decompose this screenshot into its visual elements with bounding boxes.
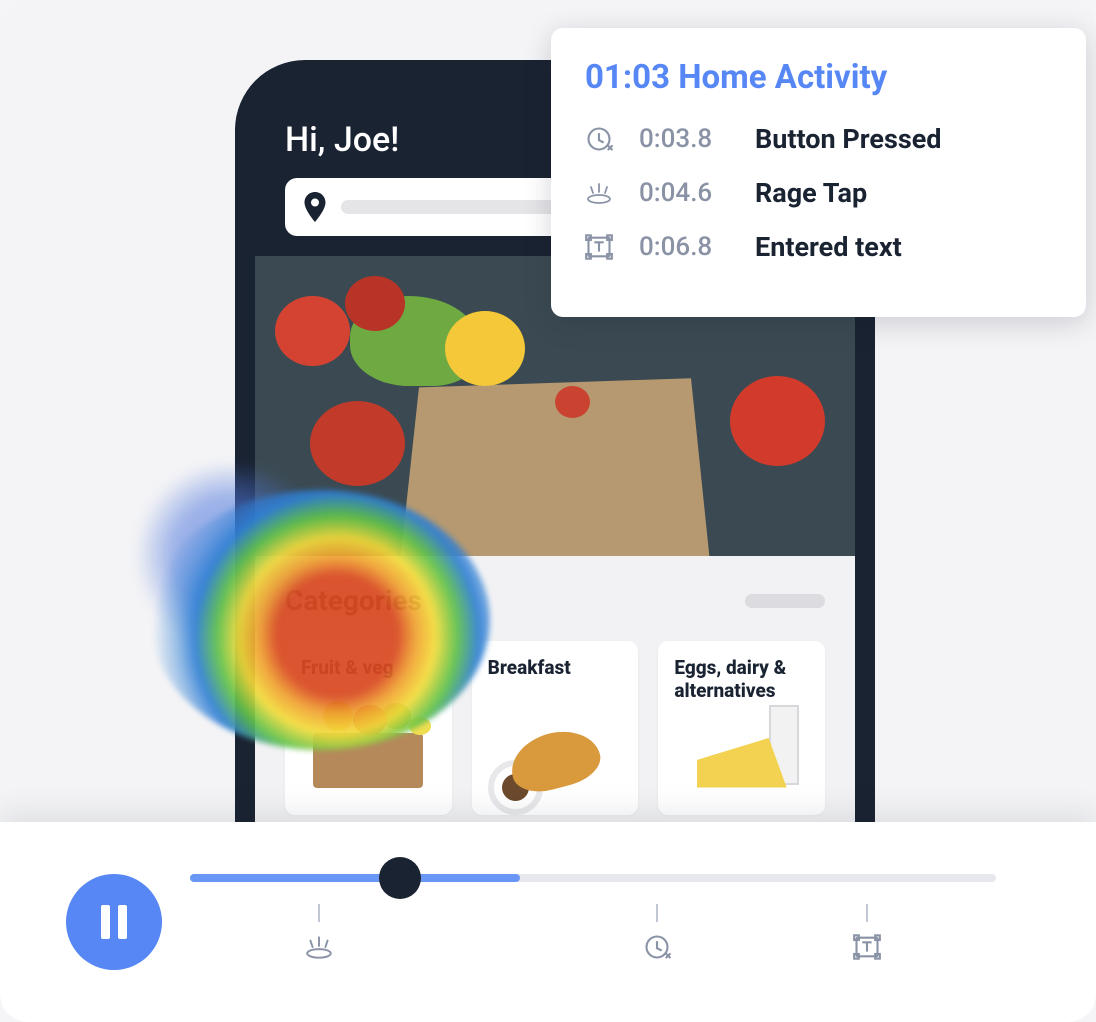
event-time: 0:04.6 (639, 178, 729, 208)
event-row-button-pressed[interactable]: 0:03.8 Button Pressed (585, 123, 1052, 155)
event-label: Button Pressed (755, 123, 942, 155)
tap-icon (642, 932, 672, 962)
timeline-scrubber-thumb[interactable] (379, 857, 421, 899)
session-events-card: 01:03 Home Activity 0:03.8 Button Presse… (551, 28, 1086, 317)
timeline-markers (190, 904, 996, 964)
category-card-breakfast[interactable]: Breakfast (472, 641, 639, 815)
event-label: Entered text (755, 231, 902, 263)
timeline-marker[interactable] (304, 904, 334, 962)
see-all-placeholder[interactable] (745, 594, 825, 608)
rage-tap-icon (304, 932, 334, 962)
marker-tick (866, 904, 868, 922)
pause-icon (101, 905, 127, 939)
rage-tap-icon (585, 179, 613, 207)
timeline-track[interactable] (190, 874, 996, 882)
tap-icon (585, 125, 613, 153)
marker-tick (656, 904, 658, 922)
text-box-icon (585, 233, 613, 261)
category-card-dairy[interactable]: Eggs, dairy & alternatives (658, 641, 825, 815)
marker-tick (318, 904, 320, 922)
category-card-fruit-veg[interactable]: Fruit & veg (285, 641, 452, 815)
timeline-marker[interactable] (852, 904, 882, 962)
location-pin-icon (303, 192, 327, 222)
session-player-bar (0, 822, 1096, 1022)
event-row-rage-tap[interactable]: 0:04.6 Rage Tap (585, 177, 1052, 209)
event-row-entered-text[interactable]: 0:06.8 Entered text (585, 231, 1052, 263)
pause-button[interactable] (66, 874, 162, 970)
categories-heading: Categories (285, 584, 422, 617)
session-events-title: 01:03 Home Activity (585, 58, 1052, 97)
category-card-label: Eggs, dairy & alternatives (674, 657, 809, 705)
event-time: 0:06.8 (639, 232, 729, 262)
event-label: Rage Tap (755, 177, 867, 209)
category-card-label: Breakfast (488, 657, 623, 705)
analytics-preview-stage: Hi, Joe! Categories (0, 0, 1096, 1022)
category-card-label: Fruit & veg (301, 657, 436, 705)
timeline-marker[interactable] (642, 904, 672, 962)
text-box-icon (852, 932, 882, 962)
timeline-progress-fill (190, 874, 520, 882)
event-time: 0:03.8 (639, 124, 729, 154)
category-cards: Fruit & veg Breakfast Eggs, dairy & alte… (285, 641, 825, 815)
